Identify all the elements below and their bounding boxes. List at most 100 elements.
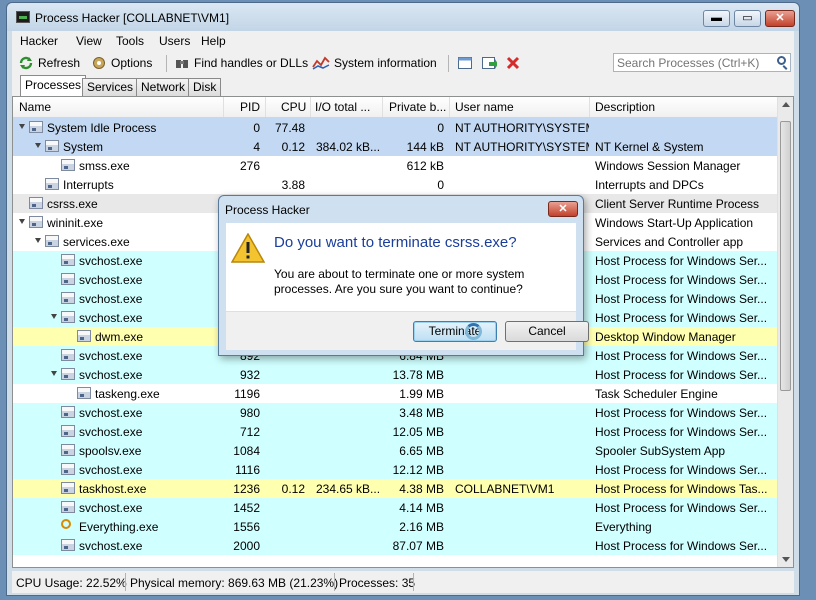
process-pid: 980 [239, 406, 260, 420]
process-user-name: NT AUTHORITY\SYSTEM [455, 140, 589, 154]
menu-bar: Hacker View Tools Users Help [12, 31, 794, 51]
window-icon [61, 425, 75, 437]
process-name: svchost.exe [79, 292, 143, 306]
refresh-icon [19, 56, 33, 70]
column-private-bytes[interactable]: Private b... [389, 100, 446, 114]
search-icon[interactable] [777, 56, 786, 65]
scroll-down-arrow[interactable] [782, 557, 790, 562]
process-row[interactable]: svchost.exe 2000 87.07 MB Host Process for … [13, 536, 780, 555]
goto-window-button[interactable] [481, 54, 497, 72]
process-name: svchost.exe [79, 349, 143, 363]
search-input[interactable] [613, 53, 791, 72]
toolbar: Refresh Options Find handles or DLLs Sys… [12, 51, 794, 75]
expand-arrow-icon[interactable] [51, 371, 57, 376]
expand-arrow-icon[interactable] [51, 314, 57, 319]
system-information-button[interactable]: System information [312, 54, 437, 72]
process-row[interactable]: taskeng.exe 1196 1.99 MB Task Scheduler Eng… [13, 384, 780, 403]
vertical-scrollbar[interactable] [777, 97, 793, 567]
column-user-name[interactable]: User name [455, 100, 514, 114]
process-row[interactable]: taskhost.exe 1236 0.12 234.65 kB... 4.38 MB C… [13, 479, 780, 498]
column-header: Name PID CPU I/O total ... Private b... … [13, 97, 780, 118]
scroll-up-arrow[interactable] [782, 102, 790, 107]
window-icon [61, 539, 75, 551]
expand-arrow-icon[interactable] [19, 219, 25, 224]
column-separator [589, 97, 590, 117]
menu-view[interactable]: View [76, 34, 102, 48]
process-description: Interrupts and DPCs [595, 178, 704, 192]
process-io-total: 384.02 kB... [316, 140, 381, 154]
window-icon [61, 273, 75, 285]
scrollbar-thumb[interactable] [780, 121, 791, 391]
process-row[interactable]: svchost.exe 1452 4.14 MB Host Process for W… [13, 498, 780, 517]
dialog-message: You are about to terminate one or more s… [274, 267, 525, 296]
process-row[interactable]: Interrupts 3.88 0 Interrupts and DPCs [13, 175, 780, 194]
window-icon [61, 292, 75, 304]
maximize-button[interactable]: ▭ [734, 10, 761, 27]
process-count-status: Processes: 35 [339, 576, 416, 590]
process-private-bytes: 144 kB [406, 140, 444, 154]
process-private-bytes: 612 kB [406, 159, 444, 173]
process-row[interactable]: svchost.exe 980 3.48 MB Host Process for Wi… [13, 403, 780, 422]
column-pid[interactable]: PID [240, 100, 260, 114]
minimize-button[interactable]: ▬ [703, 10, 730, 27]
process-private-bytes: 4.14 MB [399, 501, 444, 515]
process-private-bytes: 12.05 MB [392, 425, 444, 439]
window-button[interactable] [457, 54, 473, 72]
process-description: Spooler SubSystem App [595, 444, 726, 458]
process-private-bytes: 4.38 MB [399, 482, 444, 496]
window-icon [61, 501, 75, 513]
title-bar[interactable]: Process Hacker [COLLABNET\VM1] ▬ ▭ ✕ [7, 3, 799, 31]
window-title: Process Hacker [COLLABNET\VM1] [35, 11, 230, 25]
process-name: taskeng.exe [95, 387, 160, 401]
menu-users[interactable]: Users [159, 34, 190, 48]
options-button[interactable]: Options [91, 54, 152, 72]
process-name: Interrupts [63, 178, 114, 192]
process-user-name: COLLABNET\VM1 [455, 482, 555, 496]
process-description: Host Process for Windows Tas... [595, 482, 767, 496]
process-row[interactable]: System 4 0.12 384.02 kB... 144 kB NT AUTHORIT… [13, 137, 780, 156]
process-row[interactable]: spoolsv.exe 1084 6.65 MB Spooler SubSystem … [13, 441, 780, 460]
process-pid: 4 [253, 140, 260, 154]
process-pid: 1084 [233, 444, 260, 458]
process-name: svchost.exe [79, 311, 143, 325]
process-pid: 932 [239, 368, 260, 382]
process-pid: 276 [239, 159, 260, 173]
tab-network[interactable]: Network [136, 78, 191, 96]
column-cpu[interactable]: CPU [281, 100, 306, 114]
terminate-process-button[interactable] [506, 54, 520, 72]
dialog-close-button[interactable]: ✕ [548, 201, 578, 217]
process-row[interactable]: svchost.exe 932 13.78 MB Host Process for W… [13, 365, 780, 384]
process-row[interactable]: smss.exe 276 612 kB Windows Session Manager [13, 156, 780, 175]
find-handles-button[interactable]: Find handles or DLLs [174, 54, 308, 72]
column-description[interactable]: Description [595, 100, 655, 114]
process-row[interactable]: Everything.exe 1556 2.16 MB Everything [13, 517, 780, 536]
dialog-footer: Terminate Cancel [226, 311, 589, 350]
magnifier-icon [61, 519, 71, 529]
close-button[interactable]: ✕ [765, 10, 795, 27]
process-name: spoolsv.exe [79, 444, 142, 458]
menu-hacker[interactable]: Hacker [20, 34, 58, 48]
dialog-body: Do you want to terminate csrss.exe? You … [226, 223, 576, 311]
tab-disk[interactable]: Disk [188, 78, 222, 96]
expand-arrow-icon[interactable] [35, 143, 41, 148]
cancel-button[interactable]: Cancel [505, 321, 589, 342]
process-row[interactable]: svchost.exe 712 12.05 MB Host Process for W… [13, 422, 780, 441]
process-private-bytes: 0 [437, 121, 444, 135]
process-description: Host Process for Windows Ser... [595, 368, 767, 382]
tab-processes[interactable]: Processes [20, 75, 87, 96]
process-name: Everything.exe [79, 520, 159, 534]
terminate-button[interactable]: Terminate [413, 321, 497, 342]
menu-help[interactable]: Help [201, 34, 226, 48]
column-name[interactable]: Name [19, 100, 51, 114]
column-io-total[interactable]: I/O total ... [315, 100, 370, 114]
process-description: Host Process for Windows Ser... [595, 463, 767, 477]
process-row[interactable]: System Idle Process 0 77.48 0 NT AUTHORITY\S… [13, 118, 780, 137]
expand-arrow-icon[interactable] [35, 238, 41, 243]
refresh-button[interactable]: Refresh [18, 54, 80, 72]
process-row[interactable]: svchost.exe 1116 12.12 MB Host Process for … [13, 460, 780, 479]
tab-services[interactable]: Services [82, 78, 139, 96]
expand-arrow-icon[interactable] [19, 124, 25, 129]
process-description: Services and Controller app [595, 235, 744, 249]
binoculars-icon [176, 60, 188, 68]
menu-tools[interactable]: Tools [116, 34, 144, 48]
